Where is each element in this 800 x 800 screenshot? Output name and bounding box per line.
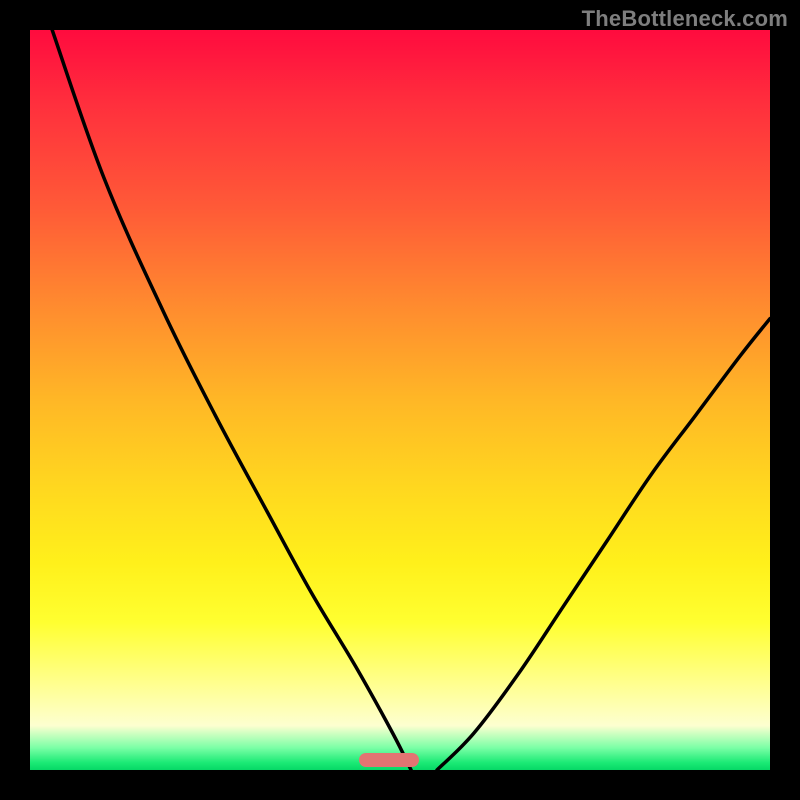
optimum-indicator	[359, 753, 419, 767]
bottleneck-curve	[30, 30, 770, 770]
attribution-label: TheBottleneck.com	[582, 6, 788, 32]
curve-right-branch	[437, 319, 770, 770]
chart-container: TheBottleneck.com	[0, 0, 800, 800]
plot-area	[30, 30, 770, 770]
curve-left-branch	[52, 30, 411, 770]
